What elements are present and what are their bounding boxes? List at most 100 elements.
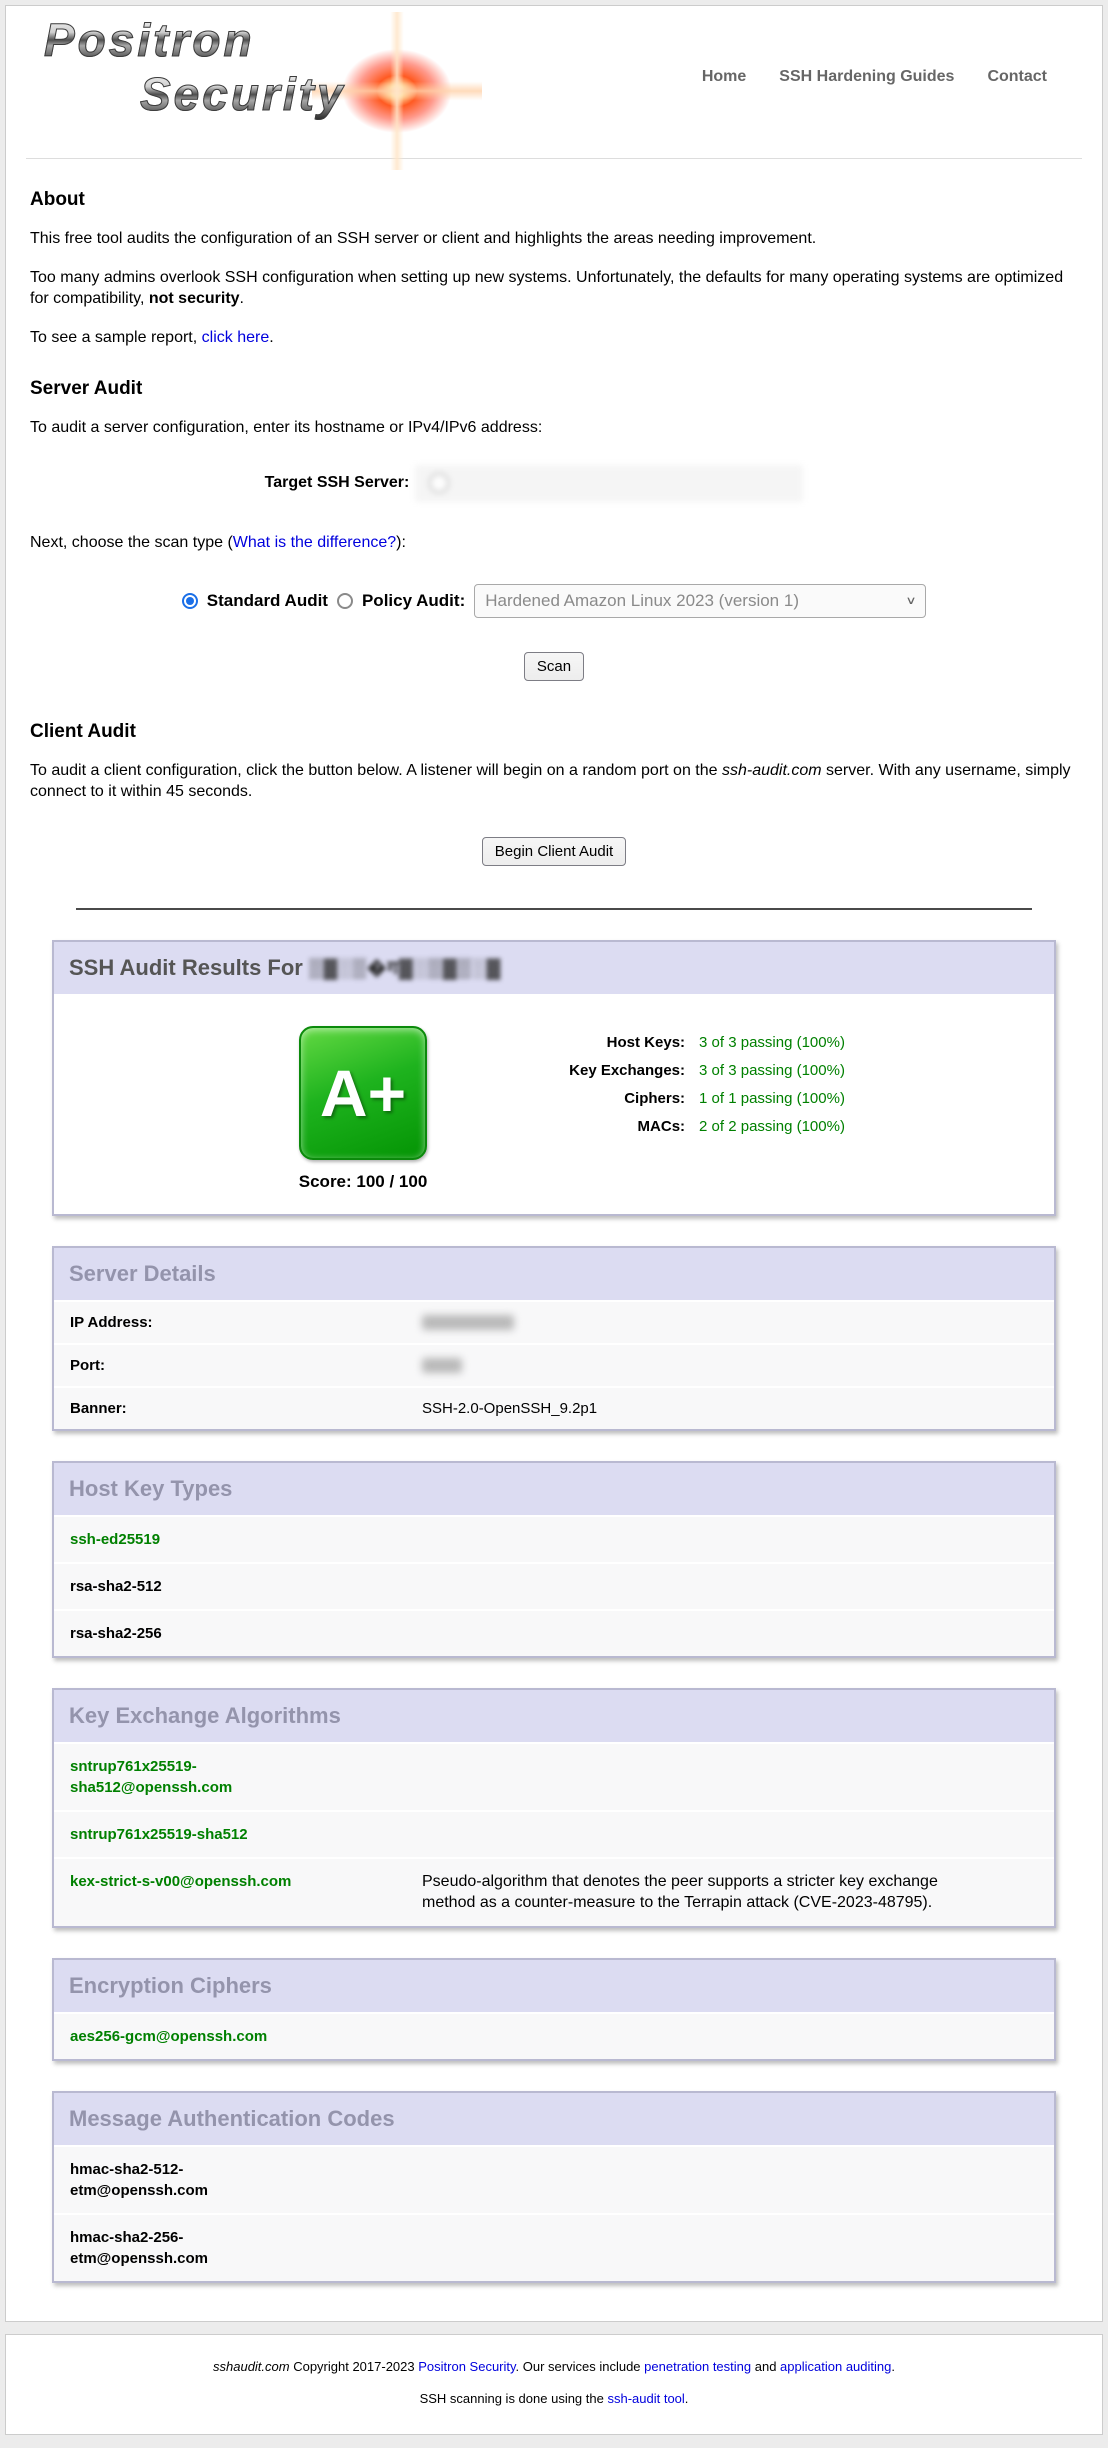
logo-text-line1: Positron bbox=[44, 16, 255, 64]
stat-value: 2 of 2 passing (100%) bbox=[699, 1118, 845, 1135]
standard-audit-label: Standard Audit bbox=[207, 591, 328, 611]
stat-label: MACs: bbox=[527, 1118, 685, 1135]
algorithm-note: Pseudo-algorithm that denotes the peer s… bbox=[422, 1871, 967, 1914]
client-audit-title: Client Audit bbox=[30, 721, 1078, 743]
stat-label: Ciphers: bbox=[527, 1090, 685, 1107]
grade-badge: A+ bbox=[299, 1026, 427, 1160]
detail-value-redacted bbox=[422, 1314, 514, 1331]
begin-client-audit-row: Begin Client Audit bbox=[30, 837, 1078, 866]
scan-type-text-after: ): bbox=[396, 534, 406, 551]
server-audit-title: Server Audit bbox=[30, 378, 1078, 400]
about-p1: This free tool audits the configuration … bbox=[30, 228, 1078, 250]
about-p3: To see a sample report, click here. bbox=[30, 327, 1078, 349]
key-exchange-body: sntrup761x25519-sha512@openssh.com sntru… bbox=[54, 1742, 1054, 1926]
grade-column: A+ Score: 100 / 100 bbox=[263, 1026, 463, 1192]
stats-column: Host Keys: 3 of 3 passing (100%) Key Exc… bbox=[527, 1026, 845, 1146]
algorithm-name: hmac-sha2-256-etm@openssh.com bbox=[70, 2227, 422, 2269]
kex-row: kex-strict-s-v00@openssh.com Pseudo-algo… bbox=[54, 1857, 1054, 1926]
algorithm-name: kex-strict-s-v00@openssh.com bbox=[70, 1871, 422, 1914]
about-p2: Too many admins overlook SSH configurati… bbox=[30, 267, 1078, 310]
server-details-body: IP Address: Port: Banner: SSH-2.0-OpenSS… bbox=[54, 1300, 1054, 1429]
footer-text: and bbox=[751, 2359, 780, 2374]
grade-letter: A+ bbox=[320, 1055, 406, 1131]
detail-row-banner: Banner: SSH-2.0-OpenSSH_9.2p1 bbox=[54, 1386, 1054, 1429]
scan-type-row: Standard Audit Policy Audit: Hardened Am… bbox=[30, 584, 1078, 618]
host-key-row: rsa-sha2-256 bbox=[54, 1609, 1054, 1656]
main-card: Positron Security Home SSH Hardening Gui… bbox=[5, 5, 1103, 2322]
stat-row-macs: MACs: 2 of 2 passing (100%) bbox=[527, 1118, 845, 1135]
server-audit-intro: To audit a server configuration, enter i… bbox=[30, 417, 1078, 439]
policy-select-value: Hardened Amazon Linux 2023 (version 1) bbox=[485, 591, 799, 611]
detail-row-port: Port: bbox=[54, 1343, 1054, 1386]
score-line: Score: 100 / 100 bbox=[263, 1172, 463, 1192]
stat-value: 1 of 1 passing (100%) bbox=[699, 1090, 845, 1107]
results-panel: SSH Audit Results For ▒▓░▒�ग▓░▒▓▒░▓ A+ S… bbox=[52, 940, 1056, 1216]
logo-text-line2: Security bbox=[140, 70, 346, 118]
nav-ssh-hardening-guides[interactable]: SSH Hardening Guides bbox=[779, 68, 954, 86]
footer-line1: sshaudit.com Copyright 2017-2023 Positro… bbox=[16, 2359, 1092, 2374]
client-audit-text: To audit a client configuration, click t… bbox=[30, 762, 722, 779]
footer-appaudit-link[interactable]: application auditing bbox=[780, 2359, 891, 2374]
stat-row-ciphers: Ciphers: 1 of 1 passing (100%) bbox=[527, 1090, 845, 1107]
scan-button[interactable]: Scan bbox=[524, 652, 584, 681]
footer-domain: sshaudit.com bbox=[213, 2359, 290, 2374]
about-p3-text: To see a sample report, bbox=[30, 329, 202, 346]
main-nav: Home SSH Hardening Guides Contact bbox=[702, 68, 1047, 156]
site-header: Positron Security Home SSH Hardening Gui… bbox=[6, 6, 1102, 156]
about-p2-period: . bbox=[240, 290, 244, 307]
footer-text: Copyright 2017-2023 bbox=[290, 2359, 419, 2374]
redacted-ip-blob bbox=[422, 1315, 514, 1330]
encryption-ciphers-panel: Encryption Ciphers aes256-gcm@openssh.co… bbox=[52, 1958, 1056, 2061]
redacted-port-blob bbox=[422, 1358, 462, 1373]
footer-pentest-link[interactable]: penetration testing bbox=[644, 2359, 751, 2374]
target-server-row: Target SSH Server: bbox=[30, 465, 1038, 502]
stat-label: Host Keys: bbox=[527, 1034, 685, 1051]
footer-text: SSH scanning is done using the bbox=[420, 2391, 608, 2406]
header-divider bbox=[26, 158, 1082, 159]
redacted-hostname: ▒▓░▒�ग▓░▒▓▒░▓ bbox=[309, 954, 501, 980]
about-section: About This free tool audits the configur… bbox=[6, 189, 1102, 348]
client-audit-p: To audit a client configuration, click t… bbox=[30, 760, 1078, 803]
macs-panel: Message Authentication Codes hmac-sha2-5… bbox=[52, 2091, 1056, 2283]
stat-row-key-exchanges: Key Exchanges: 3 of 3 passing (100%) bbox=[527, 1062, 845, 1079]
nav-home[interactable]: Home bbox=[702, 68, 746, 86]
kex-row: sntrup761x25519-sha512 bbox=[54, 1810, 1054, 1857]
host-key-types-body: ssh-ed25519 rsa-sha2-512 rsa-sha2-256 bbox=[54, 1515, 1054, 1656]
host-key-types-panel: Host Key Types ssh-ed25519 rsa-sha2-512 … bbox=[52, 1461, 1056, 1658]
target-server-input[interactable] bbox=[415, 465, 803, 502]
key-exchange-header: Key Exchange Algorithms bbox=[54, 1690, 1054, 1742]
nav-contact[interactable]: Contact bbox=[987, 68, 1047, 86]
footer-text: . Our services include bbox=[516, 2359, 645, 2374]
mac-row: hmac-sha2-512-etm@openssh.com bbox=[54, 2145, 1054, 2213]
footer-line2: SSH scanning is done using the ssh-audit… bbox=[16, 2391, 1092, 2406]
mac-row: hmac-sha2-256-etm@openssh.com bbox=[54, 2213, 1054, 2281]
results-divider bbox=[76, 908, 1032, 910]
about-p2-bold: not security bbox=[149, 290, 240, 307]
host-key-types-header: Host Key Types bbox=[54, 1463, 1054, 1515]
macs-body: hmac-sha2-512-etm@openssh.com hmac-sha2-… bbox=[54, 2145, 1054, 2281]
detail-label: Banner: bbox=[70, 1400, 422, 1417]
begin-client-audit-button[interactable]: Begin Client Audit bbox=[482, 837, 626, 866]
sample-report-link[interactable]: click here bbox=[202, 329, 270, 346]
encryption-ciphers-header: Encryption Ciphers bbox=[54, 1960, 1054, 2012]
results-title-text: SSH Audit Results For bbox=[69, 955, 309, 980]
stat-row-host-keys: Host Keys: 3 of 3 passing (100%) bbox=[527, 1034, 845, 1051]
detail-label: Port: bbox=[70, 1357, 422, 1374]
policy-audit-label: Policy Audit: bbox=[362, 591, 465, 611]
server-audit-section: Server Audit To audit a server configura… bbox=[6, 378, 1102, 680]
client-audit-domain: ssh-audit.com bbox=[722, 762, 822, 779]
policy-audit-radio[interactable] bbox=[337, 593, 353, 609]
results-panel-header: SSH Audit Results For ▒▓░▒�ग▓░▒▓▒░▓ bbox=[54, 942, 1054, 994]
footer-positron-link[interactable]: Positron Security bbox=[418, 2359, 515, 2374]
kex-row: sntrup761x25519-sha512@openssh.com bbox=[54, 1742, 1054, 1810]
client-audit-section: Client Audit To audit a client configura… bbox=[6, 721, 1102, 866]
standard-audit-radio[interactable] bbox=[182, 593, 198, 609]
scan-type-line: Next, choose the scan type (What is the … bbox=[30, 532, 1078, 554]
about-title: About bbox=[30, 189, 1078, 211]
footer-sshaudit-tool-link[interactable]: ssh-audit tool bbox=[607, 2391, 684, 2406]
scan-type-difference-link[interactable]: What is the difference? bbox=[233, 534, 396, 551]
stat-value: 3 of 3 passing (100%) bbox=[699, 1034, 845, 1051]
algorithm-name: rsa-sha2-512 bbox=[70, 1578, 278, 1595]
policy-select[interactable]: Hardened Amazon Linux 2023 (version 1) ∨ bbox=[474, 584, 926, 618]
positron-security-logo[interactable]: Positron Security bbox=[44, 16, 484, 156]
